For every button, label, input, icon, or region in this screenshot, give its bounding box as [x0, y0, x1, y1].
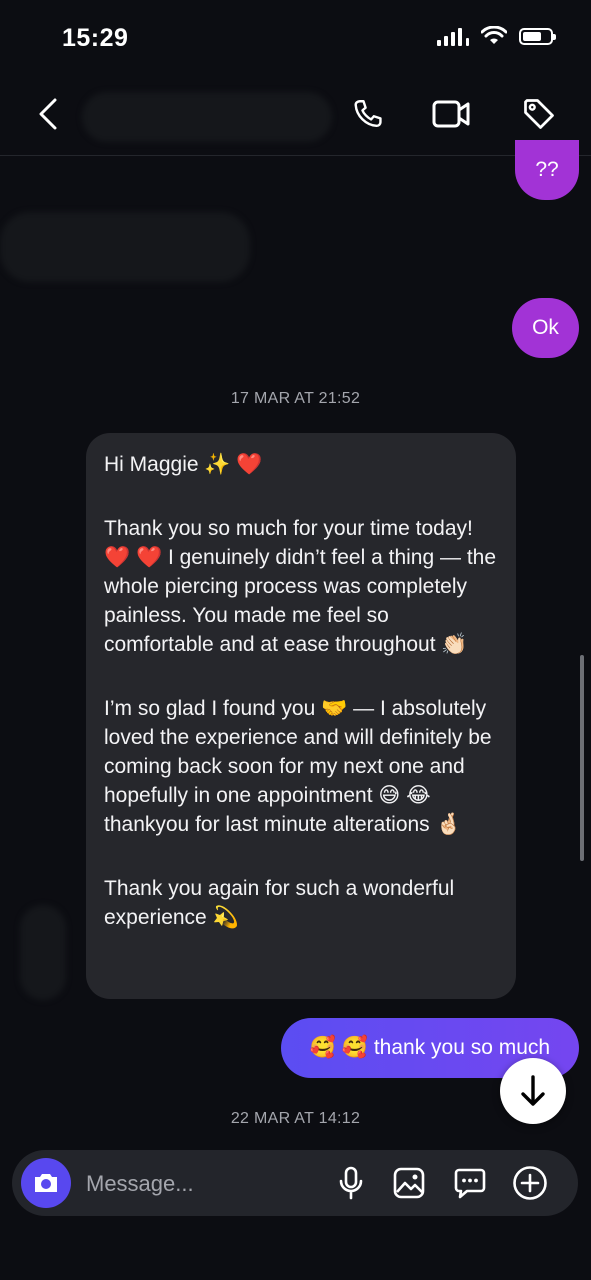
phone-icon — [354, 100, 382, 128]
message-text: ?? — [535, 158, 559, 181]
header-divider — [0, 155, 591, 156]
tag-icon — [524, 99, 554, 129]
incoming-message[interactable]: Hi Maggie ✨ ❤️ Thank you so much for you… — [86, 433, 516, 999]
timestamp: 22 MAR AT 14:12 — [230, 1110, 361, 1127]
status-icons — [437, 26, 556, 46]
camera-button[interactable] — [21, 1158, 71, 1208]
signal-icon — [437, 26, 469, 46]
gallery-button[interactable] — [389, 1163, 429, 1203]
battery-icon — [519, 27, 556, 45]
camera-icon — [35, 1174, 57, 1192]
sender-avatar[interactable] — [20, 905, 66, 1000]
incoming-message-redacted[interactable] — [0, 212, 250, 282]
scrollbar[interactable] — [580, 655, 584, 861]
voice-message-button[interactable] — [331, 1163, 371, 1203]
outgoing-message-1[interactable]: ?? — [515, 140, 579, 200]
video-call-button[interactable] — [429, 92, 473, 136]
message-paragraph: I’m so glad I found you 🤝 — I absolutely… — [104, 697, 498, 836]
more-options-button[interactable] — [510, 1163, 550, 1203]
message-text: 🥰 🥰 thank you so much — [309, 1036, 551, 1059]
video-camera-icon — [432, 100, 470, 128]
message-input[interactable] — [86, 1164, 326, 1204]
voice-call-button[interactable] — [346, 92, 390, 136]
gallery-icon — [393, 1167, 425, 1199]
message-text: Ok — [532, 316, 559, 339]
message-paragraph: Thank you again for such a wonderful exp… — [104, 877, 461, 929]
plus-icon — [513, 1166, 547, 1200]
message-paragraph: Hi Maggie ✨ ❤️ — [104, 453, 263, 476]
chevron-left-icon — [39, 98, 57, 130]
outgoing-message-2[interactable]: Ok — [512, 298, 579, 358]
sticker-icon — [454, 1168, 486, 1199]
timestamp: 17 MAR AT 21:52 — [230, 390, 361, 407]
contact-name-redacted[interactable] — [82, 92, 332, 142]
wifi-icon — [481, 26, 507, 44]
message-paragraph: Thank you so much for your time today! ❤… — [104, 517, 502, 656]
sticker-button[interactable] — [450, 1163, 490, 1203]
back-button[interactable] — [26, 92, 70, 136]
tag-button[interactable] — [517, 92, 561, 136]
arrow-down-icon — [521, 1075, 545, 1106]
status-time: 15:29 — [62, 24, 129, 52]
microphone-icon — [339, 1166, 363, 1200]
